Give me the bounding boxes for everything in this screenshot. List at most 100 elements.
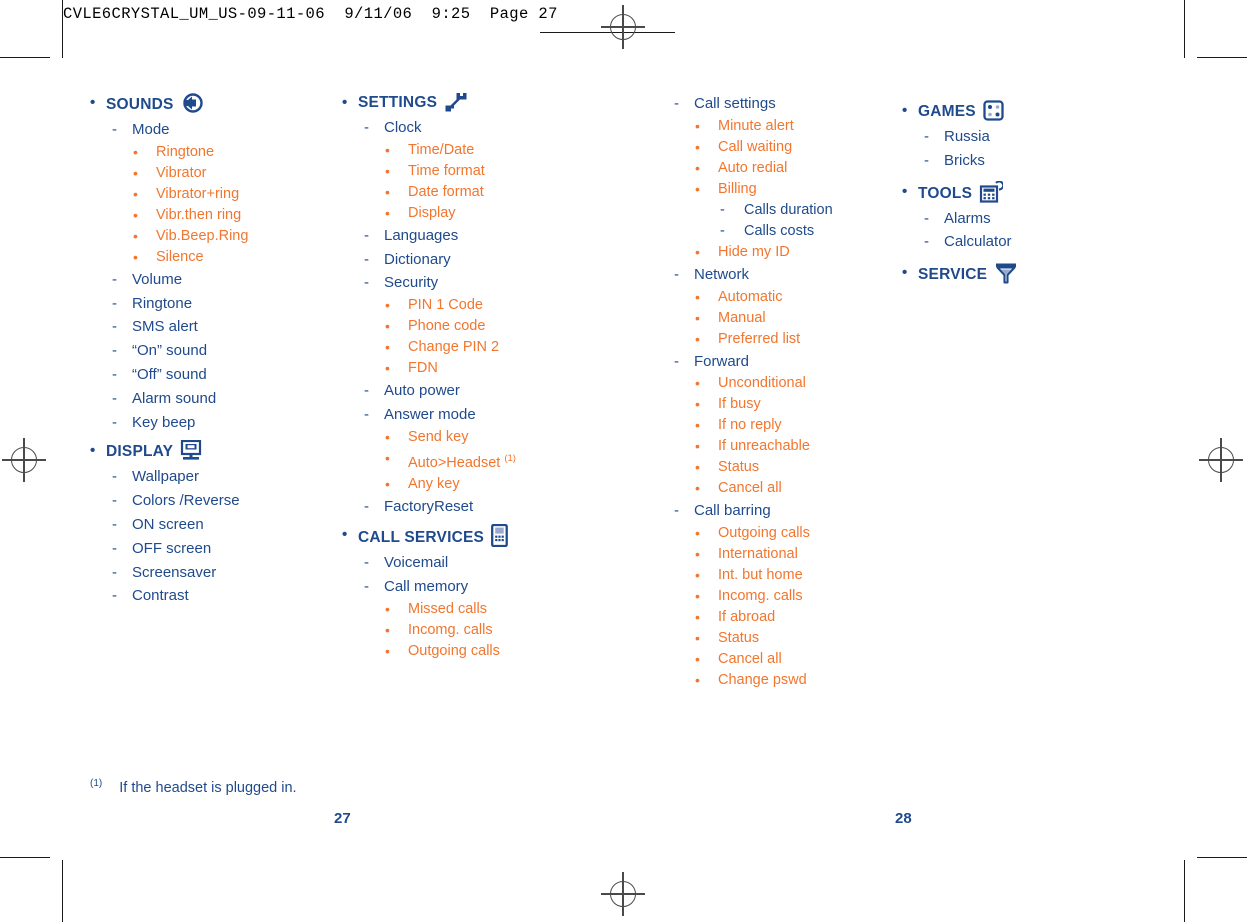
menu-tree-4: • GAMES - Russia - Bricks • TOOLS - Alarms - Calc…	[900, 100, 1150, 286]
bullet-marker: •	[385, 643, 390, 659]
menu-item: • Time/Date	[340, 140, 640, 161]
dash-marker: -	[112, 389, 117, 407]
bullet-marker: •	[695, 288, 700, 305]
menu-item-label: Change pswd	[718, 672, 807, 689]
bullet-marker: •	[902, 182, 908, 200]
menu-item: - Clock	[340, 116, 640, 140]
bullet-marker: •	[385, 204, 390, 221]
menu-item-label: Clock	[384, 119, 422, 136]
menu-item-label: Billing	[718, 180, 757, 197]
bullet-marker: •	[133, 206, 138, 223]
menu-item-label: “Off” sound	[132, 365, 207, 383]
menu-item-label: Cancel all	[718, 651, 782, 668]
bullet-marker: •	[695, 567, 700, 584]
menu-item-label: Phone code	[408, 318, 486, 335]
menu-item: • Vibrator	[88, 163, 338, 184]
menu-item-label: Key beep	[132, 413, 196, 431]
menu-item-label: Preferred list	[718, 330, 801, 347]
bullet-marker: •	[385, 475, 390, 492]
dash-marker: -	[924, 128, 929, 145]
menu-item-label: Vibrator+ring	[156, 185, 240, 202]
menu-item-label: If busy	[718, 396, 761, 413]
menu-item-label: ON screen	[132, 515, 204, 533]
phone-icon	[491, 524, 508, 548]
menu-item-label: If unreachable	[718, 438, 810, 455]
menu-item: • Auto>Headset (1)	[340, 448, 640, 474]
bullet-marker: •	[695, 330, 700, 347]
menu-item-label: SMS alert	[132, 318, 198, 336]
menu-section: • DISPLAY	[88, 440, 338, 463]
bullet-marker: •	[902, 264, 908, 282]
bullet-marker: •	[385, 339, 390, 356]
dash-marker: -	[112, 270, 117, 288]
menu-item-label: Calls costs	[744, 222, 815, 239]
bullet-marker: •	[695, 480, 700, 497]
menu-item-label: CALL SERVICES	[358, 529, 485, 547]
bullet-marker: •	[133, 143, 138, 160]
menu-item: • Automatic	[668, 287, 908, 308]
bullet-marker: •	[385, 622, 390, 638]
bullet-marker: •	[695, 546, 700, 563]
menu-item: - Call memory	[340, 575, 640, 599]
menu-item: • Status	[668, 628, 908, 649]
calculator-icon	[979, 180, 1004, 203]
bullet-marker: •	[695, 651, 700, 668]
menu-item: • Time format	[340, 161, 640, 182]
menu-tree-3: - Call settings • Minute alert • Call waiting…	[668, 92, 908, 691]
menu-item: • Ringtone	[88, 142, 338, 163]
speaker-icon	[181, 92, 203, 114]
menu-item-label: Incomg. calls	[408, 622, 493, 638]
bullet-marker: •	[342, 526, 348, 544]
menu-item: - Languages	[340, 224, 640, 248]
bullet-marker: •	[695, 525, 700, 542]
menu-tree-2: • SETTINGS - Clock • Time/Date • Time format • D…	[340, 92, 640, 662]
menu-item: - Colors /Reverse	[88, 489, 338, 513]
menu-item: - Call barring	[668, 499, 908, 523]
menu-item: - Security	[340, 271, 640, 295]
menu-item: - OFF screen	[88, 537, 338, 561]
menu-section: • SETTINGS	[340, 92, 640, 114]
dash-marker: -	[112, 413, 117, 431]
menu-item: - Alarm sound	[88, 387, 338, 411]
menu-item-label: Auto power	[384, 382, 460, 400]
menu-item-label: TOOLS	[918, 184, 973, 202]
bullet-marker: •	[695, 396, 700, 413]
bullet-marker: •	[90, 442, 96, 460]
menu-item-label: Volume	[132, 270, 183, 288]
page-number-left: 27	[334, 810, 351, 827]
dash-marker: -	[720, 201, 725, 218]
menu-item-label: Outgoing calls	[408, 643, 500, 659]
dash-marker: -	[112, 342, 117, 360]
bullet-marker: •	[133, 185, 138, 202]
menu-item: • Cancel all	[668, 649, 908, 670]
menu-item-label: Outgoing calls	[718, 525, 810, 542]
menu-item: - ON screen	[88, 513, 338, 537]
dash-marker: -	[364, 250, 369, 268]
menu-item: - Dictionary	[340, 248, 640, 272]
menu-item-label: Vib.Beep.Ring	[156, 227, 249, 244]
menu-item-label: Auto redial	[718, 159, 788, 176]
dash-marker: -	[112, 294, 117, 312]
menu-section: • GAMES	[900, 100, 1150, 123]
menu-item-label: GAMES	[918, 103, 976, 120]
dash-marker: -	[674, 265, 679, 283]
menu-item-label: Calls duration	[744, 201, 833, 218]
dash-marker: -	[112, 539, 117, 557]
menu-item: • If unreachable	[668, 436, 908, 457]
dash-marker: -	[112, 318, 117, 336]
menu-item-label: If abroad	[718, 609, 776, 626]
dash-marker: -	[364, 405, 369, 423]
page-sheet: • SOUNDS - Mode • Ringtone • Vibrator • Vibrator…	[0, 0, 1247, 922]
bullet-marker: •	[695, 609, 700, 626]
menu-item-label: Dictionary	[384, 250, 451, 268]
menu-item: • FDN	[340, 358, 640, 379]
menu-item: - Wallpaper	[88, 465, 338, 489]
dash-marker: -	[112, 121, 117, 138]
menu-item: • Minute alert	[668, 116, 908, 137]
dash-marker: -	[674, 95, 679, 112]
menu-item: • Date format	[340, 182, 640, 203]
menu-item-label: Silence	[156, 248, 204, 265]
menu-item-label: Bricks	[944, 151, 985, 169]
menu-item-label: Russia	[944, 128, 990, 145]
menu-item-label: Automatic	[718, 288, 783, 305]
